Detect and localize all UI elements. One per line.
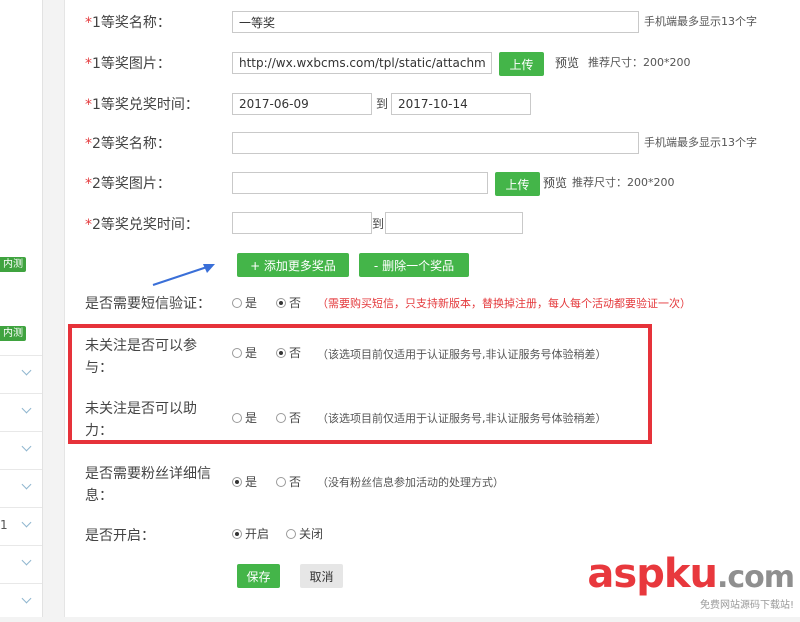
highlight-box	[68, 324, 652, 444]
chevron-down-icon	[21, 555, 32, 566]
prize2-name-input[interactable]	[232, 132, 639, 154]
sidebar-item[interactable]	[0, 583, 42, 622]
sms-yes-radio[interactable]	[232, 298, 242, 308]
prize2-name-label: *2等奖名称：	[85, 136, 171, 152]
enable-on-label: 开启	[245, 527, 270, 541]
prize2-upload-button[interactable]: 上传	[495, 172, 540, 196]
prize2-image-url-input[interactable]	[232, 172, 488, 194]
sidebar-item[interactable]	[0, 393, 42, 432]
sidebar-item[interactable]: 1	[0, 507, 42, 546]
fans-info-no-label: 否	[289, 475, 302, 489]
sidebar-item[interactable]	[0, 431, 42, 470]
sidebar: 内测 内测 1	[0, 0, 43, 617]
prize1-name-input[interactable]	[232, 11, 639, 33]
prize1-preview-link[interactable]: 预览	[555, 55, 579, 71]
sms-no-label: 否	[289, 296, 302, 310]
sms-no-radio[interactable]	[276, 298, 286, 308]
prize2-time-label: *2等奖兑奖时间：	[85, 217, 199, 233]
chevron-down-icon	[21, 479, 32, 490]
prize1-time-label: *1等奖兑奖时间：	[85, 97, 199, 113]
prize1-end-date-input[interactable]	[391, 93, 531, 115]
fans-info-no-radio[interactable]	[276, 477, 286, 487]
prize1-name-hint: 手机端最多显示13个字	[644, 15, 757, 28]
enable-on-radio[interactable]	[232, 529, 242, 539]
save-button[interactable]: 保存	[237, 564, 280, 588]
form-panel: *1等奖名称： 手机端最多显示13个字 *1等奖图片： 上传 预览 推荐尺寸：2…	[64, 0, 800, 617]
prize2-preview-link[interactable]: 预览	[543, 175, 567, 191]
sms-verify-label: 是否需要短信验证：	[85, 296, 211, 312]
prize2-image-label: *2等奖图片：	[85, 176, 171, 192]
prize1-name-label: *1等奖名称：	[85, 15, 171, 31]
beta-badge: 内测	[0, 257, 26, 272]
fans-info-note: （没有粉丝信息参加活动的处理方式）	[317, 476, 504, 489]
prize1-size-hint: 推荐尺寸：200*200	[588, 56, 691, 69]
sidebar-item[interactable]	[0, 355, 42, 394]
prize1-image-url-input[interactable]	[232, 52, 492, 74]
add-more-prizes-button[interactable]: + 添加更多奖品	[237, 253, 349, 277]
chevron-down-icon	[21, 517, 32, 528]
arrow-icon	[152, 264, 215, 286]
sidebar-item[interactable]	[0, 545, 42, 584]
chevron-down-icon	[21, 593, 32, 604]
sms-yes-label: 是	[245, 296, 258, 310]
date-range-separator: 到	[372, 217, 385, 231]
chevron-down-icon	[21, 403, 32, 414]
delete-prize-button[interactable]: - 删除一个奖品	[359, 253, 469, 277]
prize1-upload-button[interactable]: 上传	[499, 52, 544, 76]
prize1-image-label: *1等奖图片：	[85, 56, 171, 72]
enable-label: 是否开启：	[85, 528, 155, 544]
fans-info-label: 是否需要粉丝详细信 息：	[85, 466, 211, 504]
prize2-start-date-input[interactable]	[232, 212, 372, 234]
cancel-button[interactable]: 取消	[300, 564, 343, 588]
watermark-logo: aspku.com 免费网站源码下载站!	[587, 551, 795, 611]
sidebar-item-count: 1	[0, 518, 8, 532]
fans-info-yes-radio[interactable]	[232, 477, 242, 487]
chevron-down-icon	[21, 365, 32, 376]
prize2-end-date-input[interactable]	[385, 212, 523, 234]
chevron-down-icon	[21, 441, 32, 452]
sidebar-item[interactable]	[0, 469, 42, 508]
enable-off-radio[interactable]	[286, 529, 296, 539]
beta-badge: 内测	[0, 326, 26, 341]
date-range-separator: 到	[376, 97, 389, 111]
enable-off-label: 关闭	[299, 527, 324, 541]
sms-note: （需要购买短信，只支持新版本，替换掉注册，每人每个活动都要验证一次）	[317, 297, 691, 310]
prize2-name-hint: 手机端最多显示13个字	[644, 136, 757, 149]
fans-info-yes-label: 是	[245, 475, 258, 489]
prize1-start-date-input[interactable]	[232, 93, 372, 115]
prize2-size-hint: 推荐尺寸：200*200	[572, 176, 675, 189]
